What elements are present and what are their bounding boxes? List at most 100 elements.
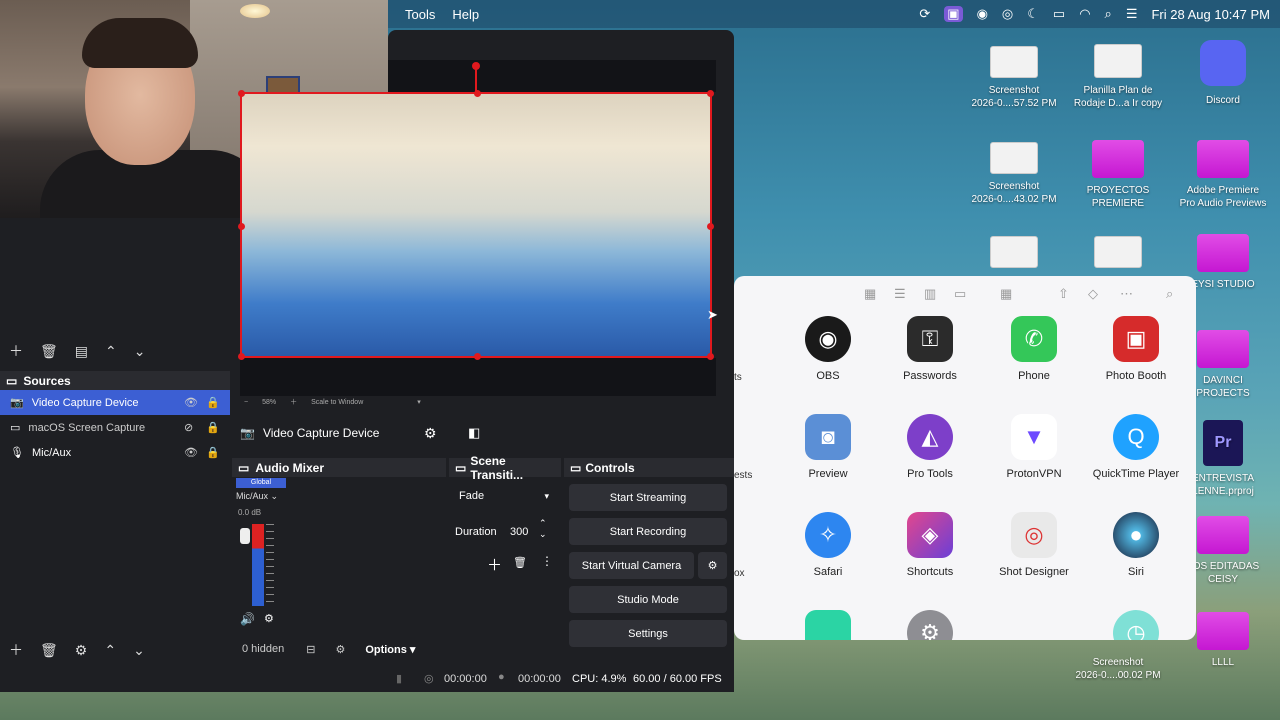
eye-hidden-icon[interactable]: ⊘ [184,421,193,434]
more-icon[interactable]: ⋮ [541,554,553,568]
app-obs[interactable]: ◉ OBS [778,316,878,382]
tag-icon[interactable]: ◇ [1088,286,1098,302]
zoom-in-icon[interactable]: ＋ [290,397,297,407]
chevron-up-icon[interactable]: ⌃ [105,343,117,360]
mixer-channel-select[interactable]: Mic/Aux ⌄ [236,491,278,502]
preview-canvas[interactable] [238,90,714,360]
trash-icon[interactable]: 🗑 [40,343,58,360]
resize-handle[interactable] [474,353,481,360]
app-partial[interactable]: ⚙ [880,610,980,640]
wifi-icon[interactable]: ◠ [1079,6,1090,22]
source-item[interactable]: 📷 Video Capture Device 👁 🔒 [0,390,230,415]
desktop-item[interactable]: PROYECTOS PREMIERE [1063,140,1173,210]
monitor-settings-icon[interactable]: ⚙ [264,612,274,625]
filters-icon[interactable]: ◧ [468,425,480,441]
chevron-down-icon[interactable]: ▾ [417,398,421,406]
menu-help[interactable]: Help [452,7,479,22]
moon-icon[interactable]: ☾ [1027,6,1039,22]
filter-icon[interactable]: ▤ [75,343,88,360]
add-icon[interactable]: ＋ [487,554,502,575]
share-icon[interactable]: ⇧ [1058,286,1069,302]
hidden-count: 0 hidden [242,643,285,655]
search-icon[interactable]: ⌕ [1105,6,1112,22]
resize-handle[interactable] [238,90,245,97]
icon-view-icon[interactable]: ▦ [864,286,876,302]
app-passwords[interactable]: ⚿ Passwords [880,316,980,382]
desktop-item[interactable]: Screenshot 2026-0....43.02 PM [959,142,1069,206]
app-shot-designer[interactable]: ◎ Shot Designer [984,512,1084,578]
eye-icon[interactable]: 👁 [184,396,198,409]
search-icon[interactable]: ⌕ [1166,286,1173,302]
trash-icon[interactable]: 🗑 [40,642,58,659]
add-icon[interactable]: ＋ [9,640,23,660]
control-center-icon[interactable]: ☰ [1126,6,1138,22]
add-icon[interactable]: ＋ [9,341,23,361]
chevron-down-icon[interactable]: ⌄ [133,642,145,659]
group-icon[interactable]: ▦ [1000,286,1012,302]
zoom-out-icon[interactable]: − [244,399,248,406]
app-protonvpn[interactable]: ▼ ProtonVPN [984,414,1084,480]
resize-handle[interactable] [238,353,245,360]
gear-icon[interactable]: ⚙ [424,425,437,442]
more-icon[interactable]: ⋯ [1120,286,1133,302]
menu-tools[interactable]: Tools [405,7,435,22]
start-recording-button[interactable]: Start Recording [569,518,727,545]
lock-icon[interactable]: 🔒 [206,396,220,409]
scenes-list[interactable] [0,218,230,333]
app-partial[interactable] [778,610,878,640]
start-virtual-camera-button[interactable]: Start Virtual Camera [569,552,694,579]
virtual-camera-settings-button[interactable]: ⚙ [698,552,727,579]
duration-input[interactable]: 300 [510,526,530,538]
app-partial[interactable]: ◷ [1086,610,1186,640]
desktop-item[interactable] [1063,236,1173,274]
source-item[interactable]: ▭ macOS Screen Capture ⊘ 🔒 [0,415,230,440]
volume-fader[interactable] [240,528,250,544]
lock-icon[interactable]: 🔒 [206,446,220,459]
app-photo-booth[interactable]: ▣ Photo Booth [1086,316,1186,382]
app-safari[interactable]: ✧ Safari [778,512,878,578]
battery-icon[interactable]: ▭ [1053,6,1065,22]
mixer-tab[interactable]: Global [236,478,286,488]
resize-handle[interactable] [707,353,714,360]
app-shortcuts[interactable]: ◈ Shortcuts [880,512,980,578]
lock-icon[interactable]: 🔒 [206,421,220,434]
desktop-item[interactable]: Screenshot 2026-0....57.52 PM [959,46,1069,110]
advanced-audio-icon[interactable]: ⚙ [335,643,345,656]
start-streaming-button[interactable]: Start Streaming [569,484,727,511]
list-view-icon[interactable]: ☰ [894,286,906,302]
app-quicktime[interactable]: Q QuickTime Player [1086,414,1186,480]
desktop-item[interactable]: Planilla Plan de Rodaje D...a Ir copy [1063,44,1173,110]
desktop-item[interactable]: Adobe Premiere Pro Audio Previews [1168,140,1278,210]
resize-handle[interactable] [707,90,714,97]
app-pro-tools[interactable]: ◭ Pro Tools [880,414,980,480]
app-phone[interactable]: ✆ Phone [984,316,1084,382]
screen-record-icon[interactable]: ▣ [944,6,963,22]
app-icon-2[interactable]: ◎ [1002,6,1013,22]
chevron-up-icon[interactable]: ⌃ [104,642,116,659]
column-view-icon[interactable]: ▥ [924,286,936,302]
stepper-icon[interactable]: ⌃ ⌄ [539,518,547,540]
layout-icon[interactable]: ⊟ [306,643,315,656]
eye-icon[interactable]: 👁 [184,446,198,459]
app-siri[interactable]: ● Siri [1086,512,1186,578]
resize-handle[interactable] [707,223,714,230]
desktop-item[interactable] [959,236,1069,274]
desktop-item[interactable]: Discord [1168,40,1278,107]
studio-mode-button[interactable]: Studio Mode [569,586,727,613]
speaker-icon[interactable]: 🔊 [240,612,255,626]
trash-icon[interactable]: 🗑 [513,556,527,569]
gear-icon[interactable]: ⚙ [75,642,88,659]
rotation-handle[interactable] [472,62,480,70]
settings-button[interactable]: Settings [569,620,727,647]
chevron-down-icon[interactable]: ⌄ [134,343,146,360]
sync-icon[interactable]: ⟳ [919,6,930,22]
source-item[interactable]: 🎙 Mic/Aux 👁 🔒 [0,440,230,465]
options-button[interactable]: Options ▾ [365,643,415,656]
app-icon[interactable]: ◉ [977,6,988,22]
clock[interactable]: Fri 28 Aug 10:47 PM [1151,7,1270,22]
scale-mode[interactable]: Scale to Window [311,399,363,406]
resize-handle[interactable] [238,223,245,230]
transition-select[interactable]: Fade ▾ [453,485,553,507]
app-preview[interactable]: ◙ Preview [778,414,878,480]
gallery-view-icon[interactable]: ▭ [954,286,966,302]
